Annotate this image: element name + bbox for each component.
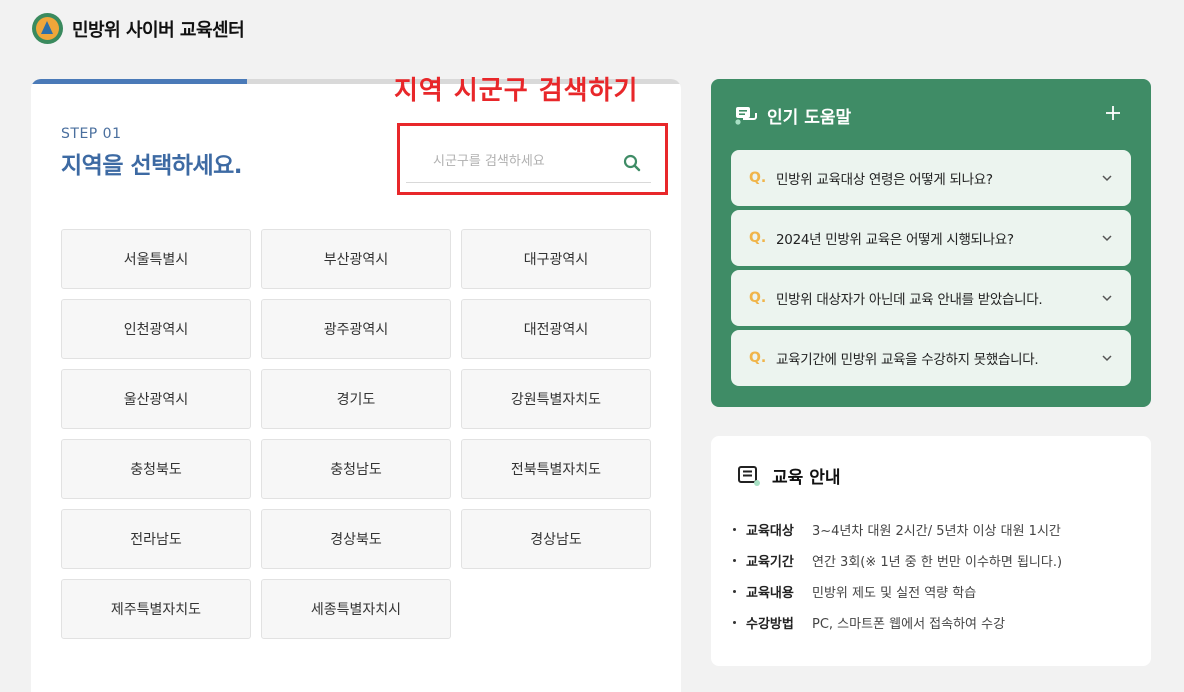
bullet-dot [733,528,736,531]
info-value: PC, 스마트폰 웹에서 접속하여 수강 [812,617,1006,632]
info-value: 민방위 제도 및 실전 역량 학습 [812,586,977,601]
info-list: 교육대상 3~4년차 대원 2시간/ 5년차 이상 대원 1시간교육기간 연간 3회… [733,514,1062,638]
faq-question-text: 2024년 민방위 교육은 어떻게 시행되나요? [776,232,1014,248]
info-key: 교육내용 [746,586,794,601]
faq-title: 인기 도움말 [767,108,852,128]
info-key: 교육대상 [746,524,794,539]
region-button[interactable]: 광주광역시 [261,299,451,359]
info-value: 연간 3회(※ 1년 중 한 번만 이수하면 됩니다.) [812,555,1063,570]
page-title: 지역을 선택하세요. [61,153,243,179]
info-row: 교육대상 3~4년차 대원 2시간/ 5년차 이상 대원 1시간 [733,514,1062,545]
faq-q-marker: Q. [749,350,767,366]
region-button[interactable]: 대전광역시 [461,299,651,359]
civil-defense-logo-icon [32,13,63,44]
faq-item[interactable]: Q. 민방위 대상자가 아닌데 교육 안내를 받았습니다. [731,270,1131,326]
region-button[interactable]: 전북특별자치도 [461,439,651,499]
faq-question-text: 교육기간에 민방위 교육을 수강하지 못했습니다. [776,352,1039,368]
faq-question-text: 민방위 대상자가 아닌데 교육 안내를 받았습니다. [776,292,1043,308]
info-row: 수강방법 PC, 스마트폰 웹에서 접속하여 수강 [733,607,1062,638]
region-button[interactable]: 충청북도 [61,439,251,499]
faq-item[interactable]: Q. 민방위 교육대상 연령은 어떻게 되나요? [731,150,1131,206]
book-icon [738,465,760,486]
region-button[interactable]: 대구광역시 [461,229,651,289]
region-button[interactable]: 울산광역시 [61,369,251,429]
chat-bubbles-icon [735,106,757,125]
region-button[interactable]: 세종특별자치시 [261,579,451,639]
faq-header: 인기 도움말 [735,103,851,128]
bullet-dot [733,621,736,624]
step-label: STEP 01 [61,126,122,142]
chevron-down-icon[interactable] [1101,233,1113,243]
info-title: 교육 안내 [772,468,841,488]
annotation-label: 지역 시군구 검색하기 [394,76,639,106]
site-logo[interactable]: 민방위 사이버 교육센터 [32,13,245,44]
region-button[interactable]: 부산광역시 [261,229,451,289]
region-button[interactable]: 서울특별시 [61,229,251,289]
info-key: 교육기간 [746,555,794,570]
annotation-highlight-box [397,123,668,195]
faq-question-text: 민방위 교육대상 연령은 어떻게 되나요? [776,172,993,188]
region-button[interactable]: 제주특별자치도 [61,579,251,639]
faq-item[interactable]: Q. 2024년 민방위 교육은 어떻게 시행되나요? [731,210,1131,266]
education-info-card: 교육 안내 교육대상 3~4년차 대원 2시간/ 5년차 이상 대원 1시간교육기… [711,436,1151,666]
region-button[interactable]: 강원특별자치도 [461,369,651,429]
faq-q-marker: Q. [749,230,767,246]
info-value: 3~4년차 대원 2시간/ 5년차 이상 대원 1시간 [812,524,1061,539]
info-key: 수강방법 [746,617,794,632]
faq-card: 인기 도움말 Q. 민방위 교육대상 연령은 어떻게 되나요? Q. 2024년 민방… [711,79,1151,407]
region-button[interactable]: 인천광역시 [61,299,251,359]
faq-q-marker: Q. [749,170,767,186]
region-grid: 서울특별시 부산광역시 대구광역시인천광역시 광주광역시 대전광역시울산광역시 경기도 강원… [61,229,651,639]
plus-icon[interactable] [1103,103,1123,123]
chevron-down-icon[interactable] [1101,293,1113,303]
info-row: 교육내용 민방위 제도 및 실전 역량 학습 [733,576,1062,607]
region-button[interactable]: 경상남도 [461,509,651,569]
site-title: 민방위 사이버 교육센터 [72,19,245,41]
region-button[interactable]: 경상북도 [261,509,451,569]
region-button[interactable]: 경기도 [261,369,451,429]
chevron-down-icon[interactable] [1101,353,1113,363]
faq-list: Q. 민방위 교육대상 연령은 어떻게 되나요? Q. 2024년 민방위 교육은 어… [731,150,1131,390]
bullet-dot [733,559,736,562]
faq-item[interactable]: Q. 교육기간에 민방위 교육을 수강하지 못했습니다. [731,330,1131,386]
info-header: 교육 안내 [737,463,840,488]
bullet-dot [733,590,736,593]
faq-q-marker: Q. [749,290,767,306]
chevron-down-icon[interactable] [1101,173,1113,183]
region-button[interactable]: 충청남도 [261,439,451,499]
info-row: 교육기간 연간 3회(※ 1년 중 한 번만 이수하면 됩니다.) [733,545,1062,576]
region-button[interactable]: 전라남도 [61,509,251,569]
step-progress-fill [31,79,248,84]
